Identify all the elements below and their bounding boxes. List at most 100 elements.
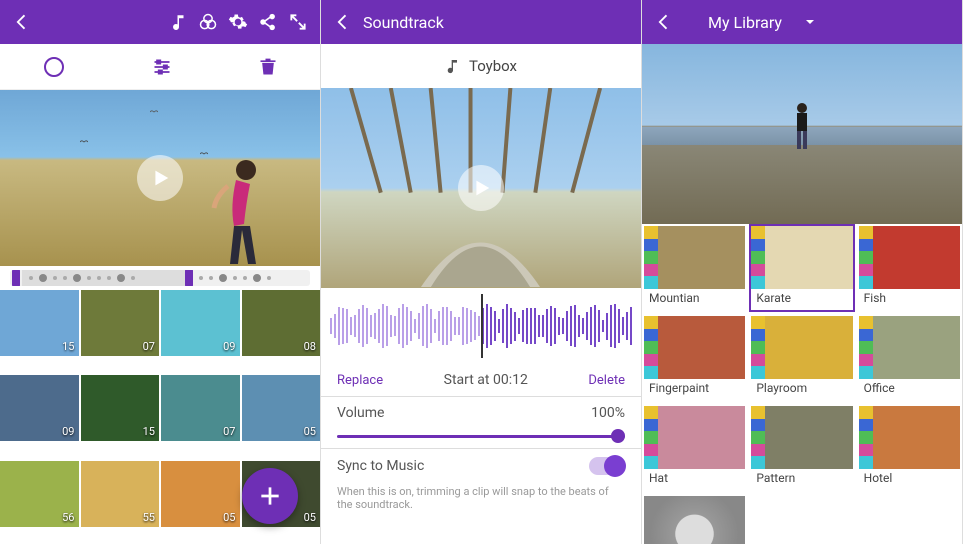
library-thumb — [658, 316, 745, 379]
library-item[interactable]: Hotel — [857, 404, 962, 492]
timeline[interactable] — [0, 266, 320, 290]
clip-thumb[interactable]: 05 — [161, 461, 240, 527]
top-bar — [0, 0, 320, 44]
color-swatch — [859, 316, 873, 379]
library-thumb — [765, 226, 852, 289]
clip-thumb[interactable]: 08 — [242, 290, 321, 356]
track-label-row[interactable]: Toybox — [321, 44, 641, 88]
library-thumb — [873, 406, 960, 469]
clip-thumb[interactable]: 56 — [0, 461, 79, 527]
clip-duration: 56 — [62, 511, 74, 524]
library-grid: Mountian Karate Fish Fingerpaint Playroom Off… — [642, 224, 962, 544]
library-item[interactable]: Fish — [857, 224, 962, 312]
chevron-down-icon — [804, 16, 816, 28]
top-bar: Soundtrack — [321, 0, 641, 44]
volume-value: 100% — [591, 405, 625, 421]
library-item[interactable]: Office — [857, 314, 962, 402]
share-icon[interactable] — [258, 12, 278, 32]
library-item[interactable]: Playroom — [749, 314, 854, 402]
library-label: Fingerpaint — [644, 379, 745, 400]
color-swatch — [644, 226, 658, 289]
sync-hint: When this is on, trimming a clip will sn… — [321, 483, 641, 519]
clip-thumb[interactable]: 09 — [161, 290, 240, 356]
start-at-label: Start at 00:12 — [383, 372, 588, 388]
back-icon[interactable] — [12, 12, 32, 32]
library-item[interactable]: Pattern — [749, 404, 854, 492]
library-label: Playroom — [751, 379, 852, 400]
clip-thumb[interactable]: 05 — [242, 375, 321, 441]
replace-link[interactable]: Replace — [337, 373, 383, 388]
library-thumb — [873, 316, 960, 379]
start-row: Replace Start at 00:12 Delete — [321, 364, 641, 396]
library-label: Fish — [859, 289, 960, 310]
clip-duration: 15 — [143, 425, 155, 438]
video-preview[interactable] — [642, 44, 962, 224]
music-note-icon[interactable] — [170, 13, 188, 31]
play-button[interactable] — [137, 155, 183, 201]
clip-duration: 15 — [62, 340, 74, 353]
top-bar: My Library — [642, 0, 962, 44]
volume-label: Volume — [337, 405, 384, 421]
library-item[interactable]: Hat — [642, 404, 747, 492]
library-item[interactable] — [642, 494, 747, 544]
video-preview[interactable] — [321, 88, 641, 288]
clip-thumb[interactable]: 55 — [81, 461, 160, 527]
library-thumb — [658, 406, 745, 469]
library-item[interactable]: Fingerpaint — [642, 314, 747, 402]
library-thumb — [765, 406, 852, 469]
soundtrack-screen: Soundtrack Toybox Replace Start at 00:12… — [321, 0, 642, 544]
volume-slider[interactable] — [321, 429, 641, 448]
library-dropdown[interactable]: My Library — [708, 13, 816, 32]
clip-duration: 05 — [304, 511, 316, 524]
back-icon[interactable] — [654, 12, 674, 32]
library-thumb — [658, 226, 745, 289]
clip-duration: 09 — [223, 340, 235, 353]
sync-toggle[interactable] — [589, 457, 625, 475]
mode-bar — [0, 44, 320, 90]
style-icon[interactable] — [198, 12, 218, 32]
settings-icon[interactable] — [228, 12, 248, 32]
library-title: My Library — [708, 13, 782, 32]
library-thumb — [644, 496, 745, 544]
clip-thumb[interactable]: 07 — [161, 375, 240, 441]
add-fab[interactable] — [242, 468, 298, 524]
sliders-icon[interactable] — [149, 57, 175, 77]
library-screen: My Library Mountian Karate Fish Fingerpaint… — [642, 0, 963, 544]
color-swatch — [644, 406, 658, 469]
clip-thumb[interactable]: 15 — [81, 375, 160, 441]
clip-duration: 07 — [223, 425, 235, 438]
trash-icon[interactable] — [258, 56, 278, 78]
color-swatch — [751, 406, 765, 469]
sync-row: Sync to Music — [321, 449, 641, 483]
volume-row: Volume 100% — [321, 397, 641, 429]
clip-duration: 05 — [304, 425, 316, 438]
library-label: Hotel — [859, 469, 960, 490]
clip-duration: 08 — [304, 340, 316, 353]
video-preview[interactable] — [0, 90, 320, 266]
clip-thumb[interactable]: 09 — [0, 375, 79, 441]
aperture-icon[interactable] — [42, 55, 66, 79]
library-thumb — [765, 316, 852, 379]
play-button[interactable] — [458, 165, 504, 211]
clip-thumb[interactable]: 15 — [0, 290, 79, 356]
library-label: Karate — [751, 289, 852, 310]
library-label: Pattern — [751, 469, 852, 490]
library-item[interactable]: Mountian — [642, 224, 747, 312]
clip-thumb[interactable]: 07 — [81, 290, 160, 356]
waveform[interactable] — [321, 288, 641, 364]
color-swatch — [859, 226, 873, 289]
track-name: Toybox — [469, 57, 517, 75]
screen-title: Soundtrack — [363, 13, 444, 32]
playhead[interactable] — [481, 294, 483, 358]
library-label: Office — [859, 379, 960, 400]
library-label: Mountian — [644, 289, 745, 310]
back-icon[interactable] — [333, 12, 353, 32]
color-swatch — [751, 316, 765, 379]
clip-duration: 55 — [143, 511, 155, 524]
color-swatch — [751, 226, 765, 289]
library-label: Hat — [644, 469, 745, 490]
sync-label: Sync to Music — [337, 458, 424, 474]
library-item[interactable]: Karate — [749, 224, 854, 312]
delete-link[interactable]: Delete — [588, 373, 625, 388]
expand-icon[interactable] — [288, 12, 308, 32]
